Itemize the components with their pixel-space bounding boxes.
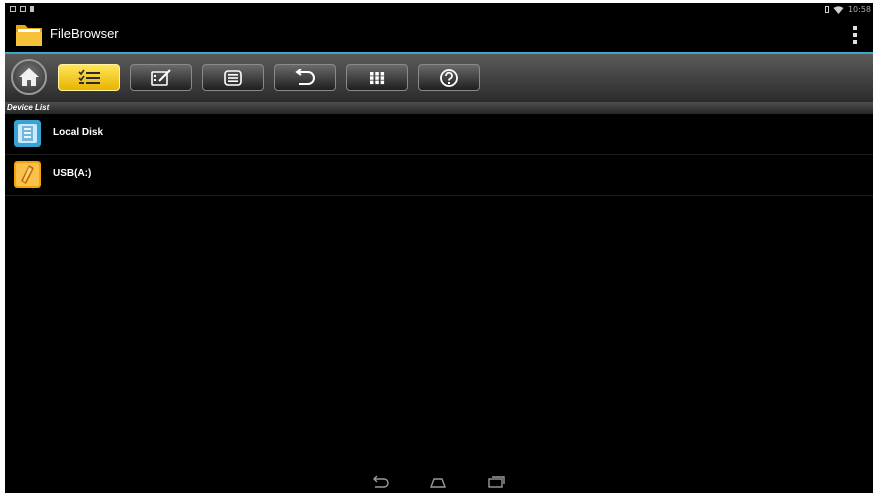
home-icon	[19, 68, 39, 86]
edit-button[interactable]	[130, 64, 192, 91]
select-button[interactable]	[58, 64, 120, 91]
wifi-icon	[833, 5, 844, 14]
list-icon	[224, 69, 242, 86]
device-label: USB(A:)	[53, 168, 92, 179]
notification-icon	[10, 6, 16, 12]
battery-icon	[824, 6, 829, 13]
disk-icon	[14, 120, 41, 147]
grid-icon	[370, 71, 385, 84]
notification-icon	[30, 6, 34, 12]
app-title: FileBrowser	[50, 26, 119, 41]
list-item-local-disk[interactable]: Local Disk	[5, 114, 873, 155]
overflow-menu-button[interactable]	[851, 26, 859, 44]
checklist-icon	[78, 69, 100, 84]
edit-icon	[151, 68, 171, 86]
undo-icon	[295, 68, 315, 85]
device-list-header: Device List	[5, 102, 873, 114]
list-item-usb[interactable]: USB(A:)	[5, 155, 873, 196]
help-icon	[440, 68, 458, 87]
list-button[interactable]	[202, 64, 264, 91]
help-button[interactable]	[418, 64, 480, 91]
notification-icon	[20, 6, 26, 12]
grid-button[interactable]	[346, 64, 408, 91]
toolbar	[5, 54, 873, 102]
status-bar: 10:58	[5, 3, 873, 16]
overflow-dot-icon	[853, 40, 857, 44]
overflow-dot-icon	[853, 33, 857, 37]
overflow-dot-icon	[853, 26, 857, 30]
home-nav-icon[interactable]	[427, 474, 449, 490]
usb-icon	[14, 161, 41, 188]
home-button[interactable]	[11, 59, 47, 95]
folder-icon	[16, 25, 42, 46]
recent-apps-icon[interactable]	[485, 474, 507, 490]
back-button[interactable]	[274, 64, 336, 91]
navigation-bar	[5, 471, 873, 493]
section-title: Device List	[7, 103, 50, 112]
back-nav-icon[interactable]	[369, 474, 391, 490]
android-screen: 10:58 FileBrowser Device List Local Disk…	[5, 3, 873, 493]
status-time: 10:58	[847, 5, 871, 14]
action-bar: FileBrowser	[5, 16, 873, 54]
device-label: Local Disk	[53, 127, 104, 138]
